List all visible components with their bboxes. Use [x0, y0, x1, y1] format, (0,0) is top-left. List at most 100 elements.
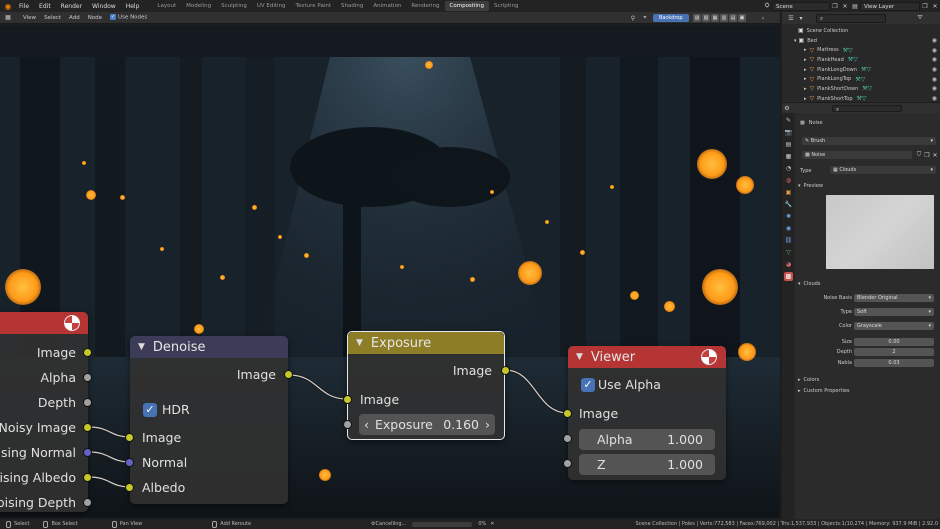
tab-rendering[interactable]: Rendering — [406, 1, 444, 11]
visibility-eye-icon[interactable]: ◉ — [932, 95, 937, 102]
collapse-triangle-icon[interactable]: ▼ — [138, 342, 145, 352]
menu-node[interactable]: Node — [84, 15, 106, 21]
close-layer-icon[interactable]: ✕ — [931, 2, 939, 10]
expand-arrow-icon[interactable]: ▸ — [804, 47, 807, 53]
channel-green-button[interactable]: ▤ — [729, 14, 737, 22]
use-nodes-checkbox[interactable]: ✓ Use Nodes — [106, 14, 151, 21]
sidebar-toggle-icon[interactable]: ‹ — [759, 14, 767, 22]
exposure-node[interactable]: ▼ Exposure Image Image ‹ Exposure 0.160 … — [343, 331, 510, 440]
texture-datablock-field[interactable]: ▩ Noise — [802, 151, 912, 159]
expand-arrow-icon[interactable]: ▸ — [804, 86, 807, 92]
menu-file[interactable]: File — [14, 3, 34, 10]
outliner-row-item[interactable]: ▸ ▽ PlankShortDown ⚒▽ ◉ — [782, 84, 940, 94]
denoise-input-image-socket[interactable] — [125, 433, 134, 442]
outliner-row-item[interactable]: ▸ ▽ PlankLongDown ⚒▽ ◉ — [782, 65, 940, 75]
expand-arrow-icon[interactable]: ▸ — [804, 96, 807, 102]
collapse-triangle-icon[interactable]: ▼ — [356, 338, 363, 348]
nabla-field[interactable]: 0.03 — [854, 359, 934, 367]
tab-layout[interactable]: Layout — [152, 1, 181, 11]
decrement-arrow-icon[interactable]: ‹ — [364, 417, 369, 432]
properties-editor-icon[interactable]: ⚙ — [783, 104, 791, 112]
modifier-tab-icon[interactable]: 🔧 — [784, 200, 793, 209]
unlink-icon[interactable]: ✕ — [931, 151, 939, 159]
node-editor-canvas[interactable]: Image Alpha Depth Noisy Image Denoising … — [0, 25, 780, 519]
output-image-socket[interactable] — [83, 348, 92, 357]
tab-shading[interactable]: Shading — [336, 1, 368, 11]
data-tab-icon[interactable]: ▽ — [784, 248, 793, 257]
color-dropdown[interactable]: Grayscale ▾ — [854, 322, 934, 330]
exposure-value-field[interactable]: ‹ Exposure 0.160 › — [359, 414, 495, 435]
tab-sculpting[interactable]: Sculpting — [216, 1, 252, 11]
fake-user-icon[interactable]: ⛉ — [915, 151, 923, 159]
backdrop-toggle[interactable]: Backdrop — [653, 14, 689, 22]
output-denoising-normal-socket[interactable] — [83, 448, 92, 457]
size-field[interactable]: 0.00 — [854, 338, 934, 346]
texture-type-dropdown[interactable]: ▦ Clouds ▾ — [830, 166, 936, 174]
scene-selector[interactable]: Scene — [772, 1, 830, 11]
exposure-output-image-socket[interactable] — [501, 366, 510, 375]
channel-rgba-button[interactable]: ▧ — [702, 14, 710, 22]
colors-panel-header[interactable]: ▸ Colors — [796, 375, 940, 385]
outliner-row-item[interactable]: ▸ ▽ PlankLongTop ⚒▽ ◉ — [782, 74, 940, 84]
tab-scripting[interactable]: Scripting — [489, 1, 523, 11]
render-layers-node[interactable]: Image Alpha Depth Noisy Image Denoising … — [0, 312, 92, 512]
cancel-job-icon[interactable]: ✕ — [490, 521, 494, 527]
world-tab-icon[interactable]: ◍ — [784, 176, 793, 185]
denoise-node[interactable]: ▼ Denoise Image ✓ HDR Image Normal Albed… — [125, 336, 293, 504]
denoise-node-header[interactable]: ▼ Denoise — [130, 336, 288, 358]
exposure-node-header[interactable]: ▼ Exposure — [348, 332, 504, 354]
tool-tab-icon[interactable]: ✎ — [784, 116, 793, 125]
viewer-alpha-input-socket[interactable] — [563, 434, 572, 443]
expand-arrow-icon[interactable]: ▸ — [804, 57, 807, 63]
denoise-input-normal-socket[interactable] — [125, 458, 134, 467]
viewer-alpha-field[interactable]: Alpha 1.000 — [579, 429, 715, 450]
tab-animation[interactable]: Animation — [368, 1, 406, 11]
channel-alpha-button[interactable]: ▦ — [711, 14, 719, 22]
blender-logo-icon[interactable]: ◉ — [2, 0, 14, 12]
duplicate-icon[interactable]: ❐ — [923, 151, 931, 159]
visibility-eye-icon[interactable]: ◉ — [932, 37, 937, 44]
copy-scene-icon[interactable]: ❐ — [831, 2, 839, 10]
visibility-eye-icon[interactable]: ◉ — [932, 47, 937, 54]
filter-icon[interactable]: ⛛ — [916, 14, 924, 22]
view-layer-selector[interactable]: View Layer — [860, 1, 920, 11]
scene-tab-icon[interactable]: ◔ — [784, 164, 793, 173]
viewer-z-input-socket[interactable] — [563, 459, 572, 468]
increment-arrow-icon[interactable]: › — [485, 417, 490, 432]
output-denoising-albedo-socket[interactable] — [83, 473, 92, 482]
menu-help[interactable]: Help — [121, 3, 145, 10]
tab-compositing[interactable]: Compositing — [444, 1, 489, 11]
denoise-input-albedo-socket[interactable] — [125, 483, 134, 492]
close-scene-icon[interactable]: ✕ — [841, 2, 849, 10]
collapse-triangle-icon[interactable]: ▼ — [576, 352, 583, 362]
display-mode-icon[interactable]: ▾ — [797, 14, 805, 22]
view-layer-tab-icon[interactable]: ▦ — [784, 152, 793, 161]
expand-arrow-icon[interactable]: ▾ — [794, 38, 797, 44]
output-depth-socket[interactable] — [83, 398, 92, 407]
menu-select[interactable]: Select — [40, 15, 65, 21]
outliner-row-item[interactable]: ▸ ▽ Mattress ⚒▽ ◉ — [782, 45, 940, 55]
hdr-checkbox[interactable]: ✓ — [143, 403, 157, 417]
snap-icon[interactable]: ⌖ — [641, 14, 649, 22]
brush-selector[interactable]: ✎ Brush ▾ — [802, 137, 936, 145]
render-tab-icon[interactable]: 📷 — [784, 128, 793, 137]
noise-basis-dropdown[interactable]: Blender Original ▾ — [854, 294, 934, 302]
outliner-editor-icon[interactable]: ☰ — [787, 14, 795, 22]
visibility-eye-icon[interactable]: ◉ — [932, 85, 937, 92]
use-alpha-checkbox[interactable]: ✓ — [581, 378, 595, 392]
object-tab-icon[interactable]: ▣ — [784, 188, 793, 197]
menu-edit[interactable]: Edit — [34, 3, 56, 10]
tab-uv-editing[interactable]: UV Editing — [252, 1, 291, 11]
menu-window[interactable]: Window — [87, 3, 121, 10]
outliner-row-bed[interactable]: ▾ ▣ Bed ◉ — [782, 36, 940, 46]
visibility-eye-icon[interactable]: ◉ — [932, 66, 937, 73]
expand-arrow-icon[interactable]: ▸ — [804, 76, 807, 82]
viewer-input-image-socket[interactable] — [563, 409, 572, 418]
depth-field[interactable]: 2 — [854, 348, 934, 356]
viewer-node[interactable]: ▼ Viewer ✓ Use Alpha Image Alpha 1.000 Z… — [563, 346, 726, 480]
output-noisy-image-socket[interactable] — [83, 423, 92, 432]
menu-add[interactable]: Add — [65, 15, 84, 21]
physics-tab-icon[interactable]: ◉ — [784, 224, 793, 233]
clouds-panel-header[interactable]: ▾ Clouds — [796, 279, 940, 289]
visibility-eye-icon[interactable]: ◉ — [932, 76, 937, 83]
